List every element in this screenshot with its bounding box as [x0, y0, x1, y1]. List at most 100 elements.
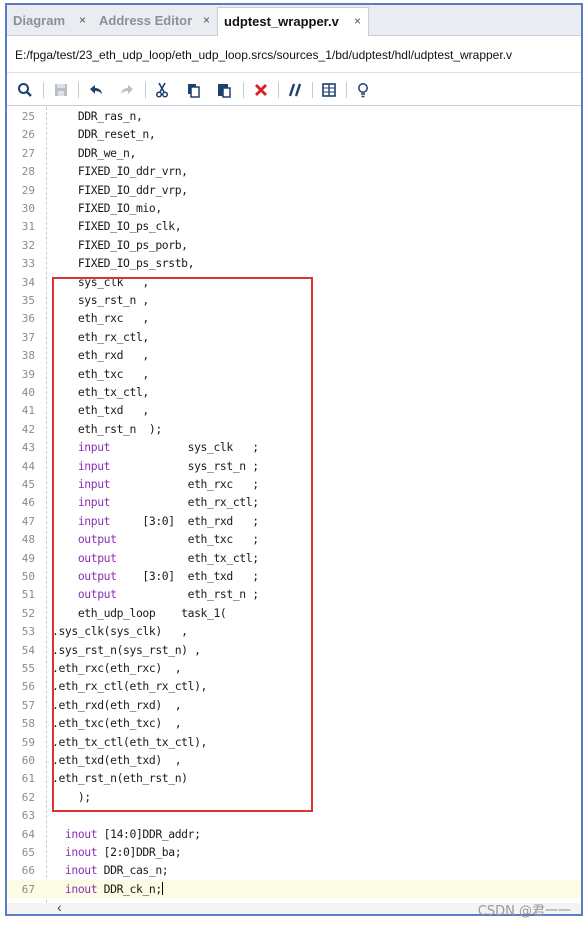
tab-label: Address Editor	[99, 13, 193, 28]
line-number: 38	[21, 349, 35, 363]
line-number: 60	[21, 754, 35, 767]
delete-icon[interactable]	[251, 80, 271, 100]
copy-icon[interactable]	[183, 80, 203, 100]
line-number: 48	[21, 533, 35, 547]
redo-icon[interactable]	[117, 80, 137, 100]
code-line[interactable]: 31 FIXED_IO_ps_clk,	[7, 217, 581, 235]
tab-label: Diagram	[13, 13, 66, 28]
code-text: FIXED_IO_ps_srstb,	[52, 256, 195, 271]
line-number: 55	[21, 662, 35, 675]
cut-icon[interactable]	[152, 80, 172, 100]
scroll-left-icon[interactable]: ‹	[57, 899, 62, 914]
code-text: DDR_reset_n,	[52, 127, 156, 142]
code-rest: DDR_cas_n;	[97, 863, 169, 878]
line-number: 46	[21, 496, 35, 510]
line-number: 64	[21, 827, 35, 841]
close-icon[interactable]: ×	[79, 13, 86, 27]
line-number: 32	[21, 238, 35, 252]
line-number: 58	[21, 717, 35, 731]
line-number: 47	[21, 514, 35, 528]
code-rest: DDR_ck_n;	[97, 881, 163, 896]
columns-icon[interactable]	[319, 80, 339, 100]
tab-udptest-wrapper[interactable]: udptest_wrapper.v ×	[217, 7, 369, 36]
code-line[interactable]: 27 DDR_we_n,	[7, 144, 581, 162]
code-text: FIXED_IO_ddr_vrn,	[52, 164, 188, 179]
line-number: 62	[21, 790, 35, 804]
code-keyword: inout	[64, 845, 98, 859]
code-line[interactable]: 33 FIXED_IO_ps_srstb,	[7, 254, 581, 272]
line-number: 61	[21, 772, 35, 786]
code-keyword: inout	[64, 863, 98, 878]
editor-window: Diagram × Address Editor × udptest_wrapp…	[5, 3, 583, 916]
line-number: 49	[21, 551, 35, 565]
line-number: 39	[21, 367, 35, 381]
line-number: 31	[21, 220, 35, 234]
line-number: 45	[21, 478, 35, 491]
line-number: 43	[21, 441, 35, 455]
line-number: 66	[21, 864, 35, 878]
line-number: 44	[21, 459, 35, 473]
bulb-icon[interactable]	[353, 80, 373, 100]
code-text: FIXED_IO_ps_porb,	[52, 237, 188, 252]
tab-bar: Diagram × Address Editor × udptest_wrapp…	[7, 5, 581, 36]
highlight-box	[52, 277, 313, 812]
line-number: 50	[21, 570, 35, 583]
watermark: CSDN @君一一	[477, 904, 571, 919]
line-number: 51	[21, 588, 35, 602]
code-text: inout [2:0]DDR_ba;	[52, 845, 182, 859]
code-line[interactable]: 67 inout DDR_ck_n;	[7, 879, 581, 899]
line-number: 63	[21, 809, 35, 823]
line-number: 36	[21, 312, 35, 326]
line-number: 29	[21, 183, 35, 197]
line-number: 26	[21, 128, 35, 142]
code-line[interactable]: 28 FIXED_IO_ddr_vrn,	[7, 162, 581, 180]
line-number: 30	[21, 202, 35, 215]
code-text: inout DDR_ck_n;	[52, 881, 163, 896]
tab-label: udptest_wrapper.v	[224, 14, 339, 29]
code-text: DDR_ras_n,	[52, 109, 143, 123]
undo-icon[interactable]	[86, 80, 106, 100]
line-number: 42	[21, 422, 35, 436]
line-number: 52	[21, 606, 35, 620]
line-number: 56	[21, 680, 35, 694]
line-number: 41	[21, 404, 35, 418]
save-icon[interactable]	[51, 80, 71, 100]
paste-icon[interactable]	[214, 80, 234, 100]
code-editor[interactable]: 25 DDR_ras_n, 26 DDR_reset_n, 27 DDR_we_n,…	[7, 107, 581, 903]
code-line[interactable]: 32 FIXED_IO_ps_porb,	[7, 236, 581, 254]
code-line[interactable]: 26 DDR_reset_n,	[7, 125, 581, 143]
line-number: 40	[21, 386, 35, 399]
code-text: inout DDR_cas_n;	[52, 863, 169, 878]
line-number: 65	[21, 846, 35, 859]
line-number: 35	[21, 294, 35, 307]
code-line[interactable]: 64 inout [14:0]DDR_addr;	[7, 825, 581, 843]
code-keyword: inout	[64, 881, 98, 896]
code-line[interactable]: 29 FIXED_IO_ddr_vrp,	[7, 181, 581, 199]
code-line[interactable]: 30 FIXED_IO_mio,	[7, 199, 581, 217]
close-icon[interactable]: ×	[354, 14, 361, 28]
tab-address-editor[interactable]: Address Editor ×	[93, 7, 217, 36]
code-keyword: inout	[64, 826, 98, 841]
code-line[interactable]: 65 inout [2:0]DDR_ba;	[7, 843, 581, 861]
line-number: 37	[21, 330, 35, 344]
line-number: 53	[21, 625, 35, 639]
close-icon[interactable]: ×	[203, 13, 210, 27]
code-line[interactable]: 25 DDR_ras_n,	[7, 107, 581, 125]
file-path: E:/fpga/test/23_eth_udp_loop/eth_udp_loo…	[7, 37, 581, 73]
code-line[interactable]: 66 inout DDR_cas_n;	[7, 861, 581, 879]
code-rest: [2:0]DDR_ba;	[97, 845, 182, 859]
tab-diagram[interactable]: Diagram ×	[7, 7, 93, 36]
code-text: DDR_we_n,	[52, 145, 137, 160]
code-text: FIXED_IO_mio,	[52, 201, 162, 215]
comment-icon[interactable]	[285, 80, 305, 100]
code-text: FIXED_IO_ddr_vrp,	[52, 182, 188, 197]
code-rest: [14:0]DDR_addr;	[97, 826, 201, 841]
search-icon[interactable]	[15, 80, 35, 100]
line-number: 28	[21, 165, 35, 179]
line-number: 54	[21, 643, 35, 657]
code-text: FIXED_IO_ps_clk,	[52, 219, 182, 234]
line-number: 67	[21, 882, 35, 896]
